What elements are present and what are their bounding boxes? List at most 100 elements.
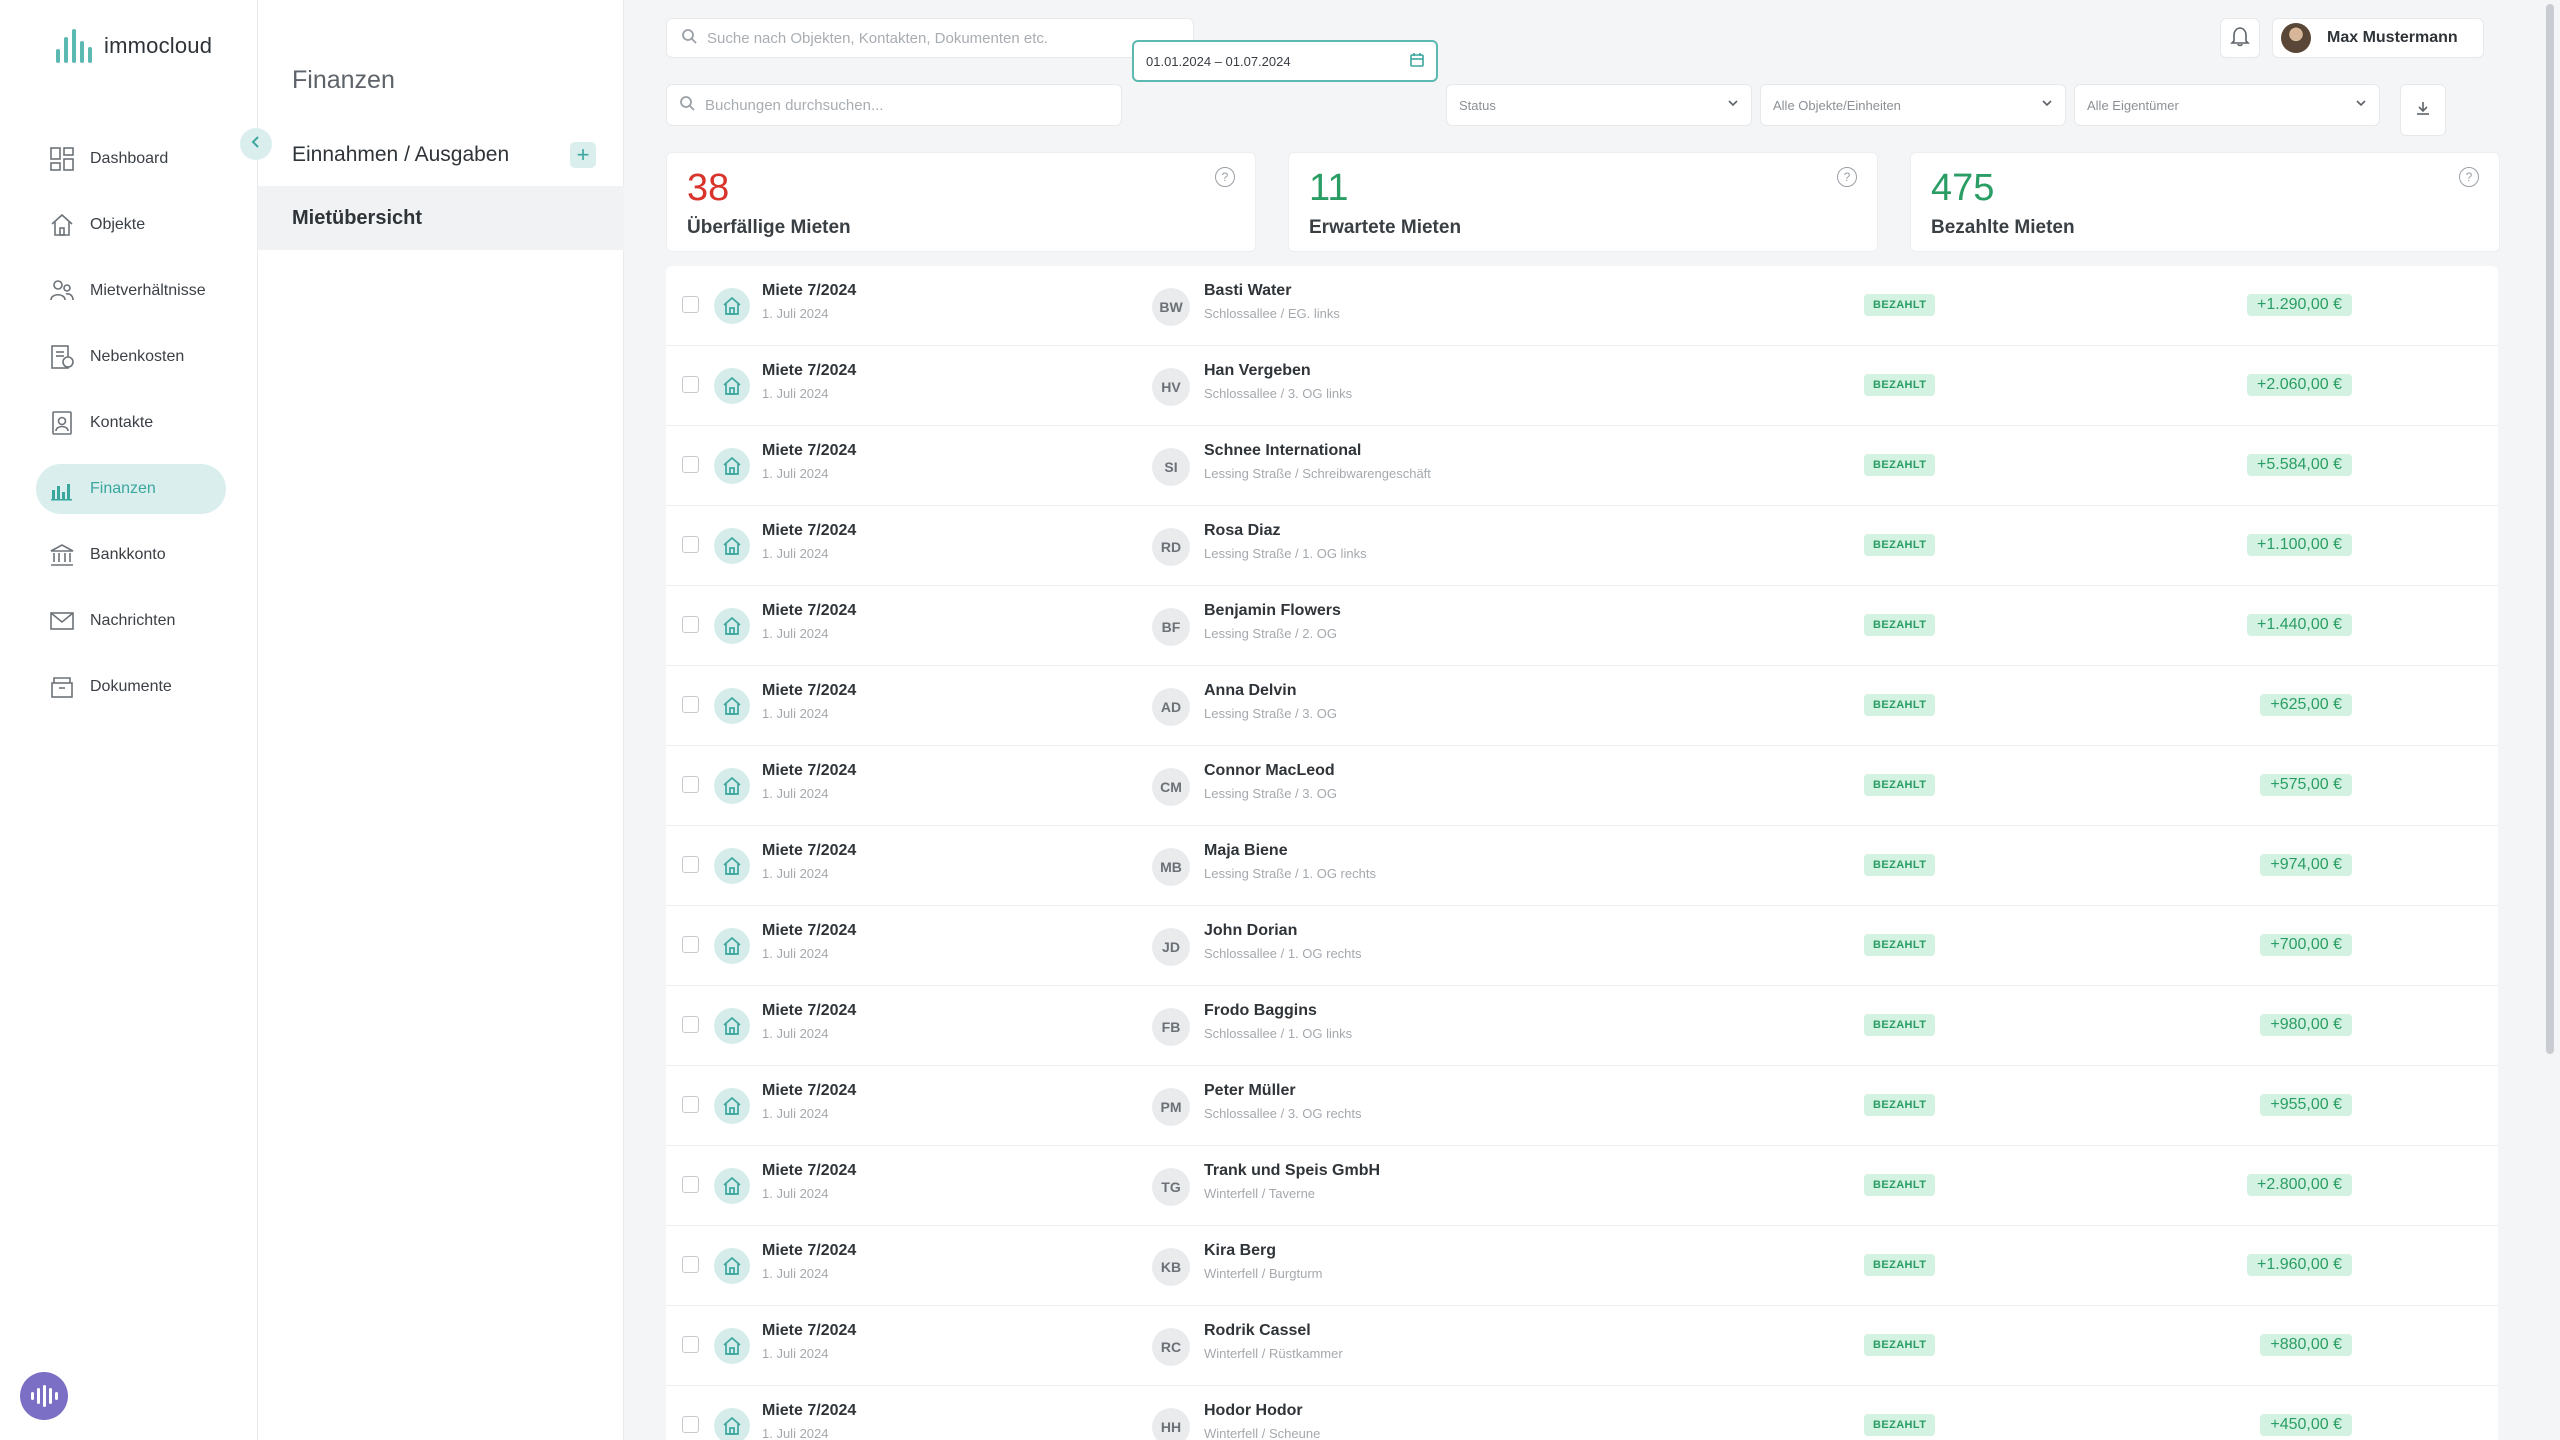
nav-item-nachrichten[interactable]: Nachrichten	[36, 596, 226, 646]
nav-item-bankkonto[interactable]: Bankkonto	[36, 530, 226, 580]
tenant-name[interactable]: Peter Müller	[1204, 1082, 1296, 1100]
tenant-name[interactable]: Kira Berg	[1204, 1242, 1276, 1260]
table-row[interactable]: Miete 7/2024 1. Juli 2024 MB Maja Biene Less…	[666, 826, 2498, 906]
row-checkbox[interactable]	[682, 856, 699, 873]
row-checkbox[interactable]	[682, 456, 699, 473]
nav-item-finanzen[interactable]: Finanzen	[36, 464, 226, 514]
tenant-name[interactable]: Anna Delvin	[1204, 682, 1296, 700]
house-icon	[714, 848, 750, 884]
nav-item-objekte[interactable]: Objekte	[36, 200, 226, 250]
nav-item-dokumente[interactable]: Dokumente	[36, 662, 226, 712]
row-checkbox[interactable]	[682, 616, 699, 633]
booking-search-placeholder: Buchungen durchsuchen...	[705, 96, 884, 114]
tenant-name[interactable]: Trank und Speis GmbH	[1204, 1162, 1380, 1180]
tenant-name[interactable]: Schnee International	[1204, 442, 1361, 460]
booking-date: 1. Juli 2024	[762, 1186, 829, 1201]
finance-subpanel: Finanzen Einnahmen / Ausgaben + Mietüber…	[240, 0, 624, 1440]
row-checkbox[interactable]	[682, 536, 699, 553]
tenant-unit: Lessing Straße / 1. OG rechts	[1204, 866, 1376, 881]
global-search-placeholder: Suche nach Objekten, Kontakten, Dokument…	[707, 29, 1049, 47]
amount-badge: +980,00 €	[2260, 1014, 2352, 1036]
table-row[interactable]: Miete 7/2024 1. Juli 2024 SI Schnee Interna…	[666, 426, 2498, 506]
tenant-name[interactable]: Connor MacLeod	[1204, 762, 1335, 780]
rent-overview-item[interactable]: Mietübersicht	[258, 186, 624, 250]
booking-title: Miete 7/2024	[762, 842, 857, 859]
income-expenses-link[interactable]: Einnahmen / Ausgaben	[292, 143, 509, 167]
booking-date: 1. Juli 2024	[762, 866, 829, 881]
stat-card-overdue[interactable]: 38 Überfällige Mieten ?	[666, 152, 1256, 252]
tenant-name[interactable]: Rodrik Cassel	[1204, 1322, 1311, 1340]
table-row[interactable]: Miete 7/2024 1. Juli 2024 HH Hodor Hodor Win…	[666, 1386, 2498, 1440]
nav-item-kontakte[interactable]: Kontakte	[36, 398, 226, 448]
table-row[interactable]: Miete 7/2024 1. Juli 2024 FB Frodo Baggins S…	[666, 986, 2498, 1066]
nav-item-mietverhaeltnisse[interactable]: Mietverhältnisse	[36, 266, 226, 316]
table-row[interactable]: Miete 7/2024 1. Juli 2024 BF Benjamin Flowe…	[666, 586, 2498, 666]
owners-select[interactable]: Alle Eigentümer	[2074, 84, 2380, 126]
row-checkbox[interactable]	[682, 1176, 699, 1193]
tenant-avatar: SI	[1152, 448, 1190, 486]
tenant-avatar: MB	[1152, 848, 1190, 886]
row-checkbox[interactable]	[682, 776, 699, 793]
notifications-button[interactable]	[2220, 18, 2260, 58]
row-checkbox[interactable]	[682, 376, 699, 393]
row-checkbox[interactable]	[682, 1096, 699, 1113]
row-checkbox[interactable]	[682, 696, 699, 713]
stat-label: Überfällige Mieten	[687, 217, 851, 238]
global-search-input[interactable]: Suche nach Objekten, Kontakten, Dokument…	[666, 18, 1194, 58]
download-button[interactable]	[2400, 84, 2446, 136]
status-badge: BEZAHLT	[1864, 934, 1936, 956]
table-row[interactable]: Miete 7/2024 1. Juli 2024 CM Connor MacLeod…	[666, 746, 2498, 826]
status-badge: BEZAHLT	[1864, 774, 1936, 796]
nav-item-dashboard[interactable]: Dashboard	[36, 134, 226, 184]
objects-select[interactable]: Alle Objekte/Einheiten	[1760, 84, 2066, 126]
table-row[interactable]: Miete 7/2024 1. Juli 2024 HV Han Vergeben Sc…	[666, 346, 2498, 426]
date-range-picker[interactable]: 01.01.2024 – 01.07.2024	[1132, 40, 1438, 82]
booking-search-input[interactable]: Buchungen durchsuchen...	[666, 84, 1122, 126]
tenant-name[interactable]: Hodor Hodor	[1204, 1402, 1303, 1420]
tenant-name[interactable]: Basti Water	[1204, 282, 1291, 300]
table-row[interactable]: Miete 7/2024 1. Juli 2024 AD Anna Delvin Les…	[666, 666, 2498, 746]
tenant-name[interactable]: Frodo Baggins	[1204, 1002, 1317, 1020]
user-menu-button[interactable]: Max Mustermann	[2272, 18, 2484, 58]
row-checkbox[interactable]	[682, 1016, 699, 1033]
stat-card-paid[interactable]: 475 Bezahlte Mieten ?	[1910, 152, 2500, 252]
voice-assistant-button[interactable]	[20, 1372, 68, 1420]
tenant-name[interactable]: John Dorian	[1204, 922, 1297, 940]
row-checkbox[interactable]	[682, 1256, 699, 1273]
row-checkbox[interactable]	[682, 1336, 699, 1353]
tenant-avatar: JD	[1152, 928, 1190, 966]
table-row[interactable]: Miete 7/2024 1. Juli 2024 PM Peter Müller Sc…	[666, 1066, 2498, 1146]
tenant-name[interactable]: Maja Biene	[1204, 842, 1288, 860]
help-icon[interactable]: ?	[1837, 167, 1857, 187]
row-checkbox[interactable]	[682, 936, 699, 953]
collapse-sidebar-button[interactable]	[240, 128, 272, 160]
booking-date: 1. Juli 2024	[762, 1106, 829, 1121]
table-row[interactable]: Miete 7/2024 1. Juli 2024 KB Kira Berg Winte…	[666, 1226, 2498, 1306]
table-row[interactable]: Miete 7/2024 1. Juli 2024 RD Rosa Diaz Lessi…	[666, 506, 2498, 586]
table-row[interactable]: Miete 7/2024 1. Juli 2024 TG Trank und Spei…	[666, 1146, 2498, 1226]
tenant-name[interactable]: Benjamin Flowers	[1204, 602, 1341, 620]
bell-icon	[2229, 25, 2251, 52]
logo[interactable]: immocloud	[56, 26, 212, 66]
amount-badge: +1.100,00 €	[2247, 534, 2352, 556]
help-icon[interactable]: ?	[2459, 167, 2479, 187]
stat-label: Bezahlte Mieten	[1931, 217, 2075, 238]
stat-card-expected[interactable]: 11 Erwartete Mieten ?	[1288, 152, 1878, 252]
booking-title: Miete 7/2024	[762, 1242, 857, 1259]
scrollbar-thumb[interactable]	[2546, 4, 2554, 1054]
row-checkbox[interactable]	[682, 1416, 699, 1433]
table-row[interactable]: Miete 7/2024 1. Juli 2024 BW Basti Water Sch…	[666, 266, 2498, 346]
status-select[interactable]: Status	[1446, 84, 1752, 126]
nav-item-nebenkosten[interactable]: Nebenkosten	[36, 332, 226, 382]
help-icon[interactable]: ?	[1215, 167, 1235, 187]
tenant-name[interactable]: Rosa Diaz	[1204, 522, 1280, 540]
table-row[interactable]: Miete 7/2024 1. Juli 2024 JD John Dorian Sch…	[666, 906, 2498, 986]
table-row[interactable]: Miete 7/2024 1. Juli 2024 RC Rodrik Cassel W…	[666, 1306, 2498, 1386]
nav-label: Mietverhältnisse	[90, 282, 206, 299]
logo-text: immocloud	[104, 33, 213, 58]
tenant-name[interactable]: Han Vergeben	[1204, 362, 1311, 380]
search-icon	[681, 28, 697, 49]
booking-title: Miete 7/2024	[762, 362, 857, 379]
row-checkbox[interactable]	[682, 296, 699, 313]
add-booking-button[interactable]: +	[570, 142, 596, 168]
